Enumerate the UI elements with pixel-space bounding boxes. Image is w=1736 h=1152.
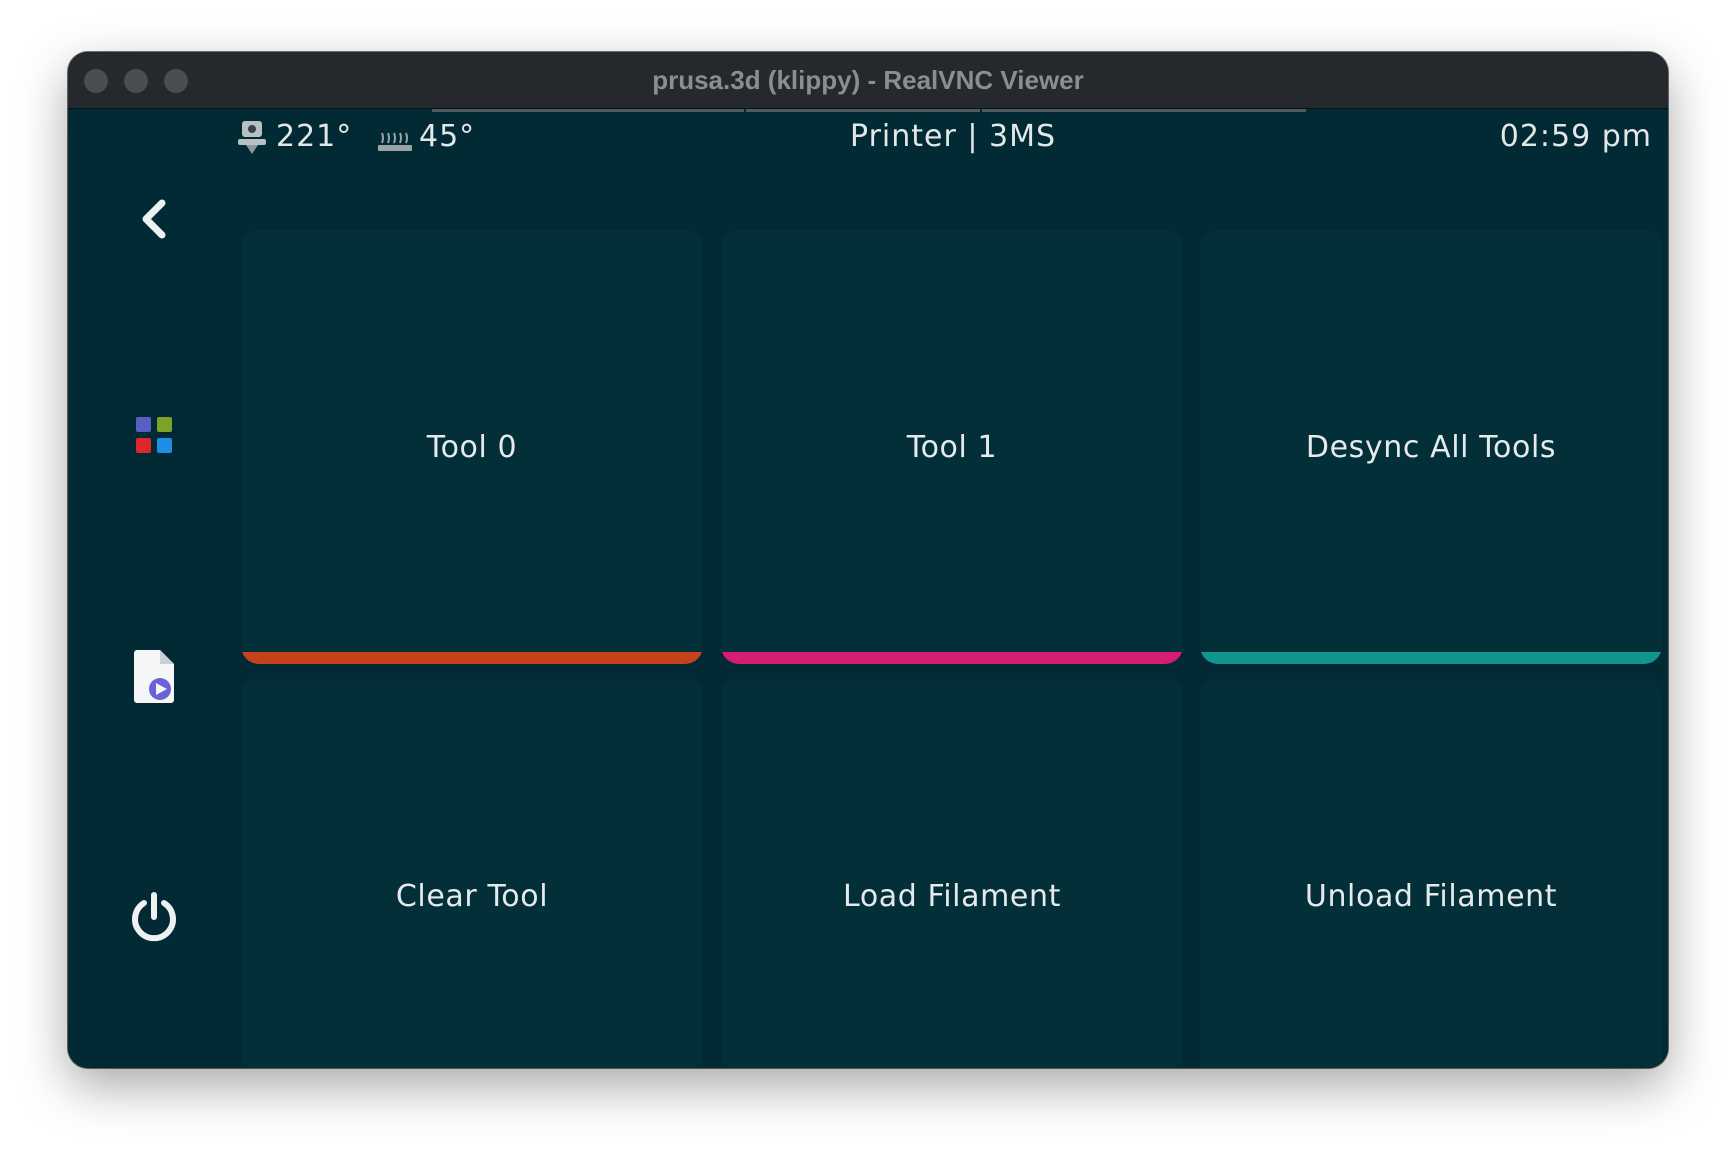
klipperscreen-display: 221° 45° Printer | 3MS 02:59 pm Tool 0 T… — [68, 109, 1668, 1068]
tile-accent-bar — [721, 652, 1183, 664]
tile-accent-bar — [1200, 652, 1662, 664]
tile-label: Tool 1 — [906, 429, 998, 465]
printer-name: Printer | 3MS — [850, 119, 1056, 154]
clear-tool-button[interactable]: Clear Tool — [241, 679, 703, 1068]
unload-filament-button[interactable]: Unload Filament — [1200, 679, 1662, 1068]
window-title: prusa.3d (klippy) - RealVNC Viewer — [652, 65, 1084, 95]
status-bar: 221° 45° Printer | 3MS 02:59 pm — [68, 109, 1668, 169]
clock: 02:59 pm — [1499, 119, 1652, 154]
back-arrow-icon — [142, 199, 166, 239]
tile-label: Clear Tool — [395, 878, 549, 914]
main-menu-grid-icon — [136, 417, 172, 453]
tile-label: Tool 0 — [426, 429, 518, 465]
tile-label: Unload Filament — [1304, 878, 1558, 914]
title-bar[interactable]: prusa.3d (klippy) - RealVNC Viewer — [68, 52, 1668, 109]
back-button[interactable] — [104, 169, 204, 269]
main-menu-button[interactable] — [104, 385, 204, 485]
load-filament-button[interactable]: Load Filament — [721, 679, 1183, 1068]
tool-0-button[interactable]: Tool 0 — [241, 230, 703, 664]
tool-1-button[interactable]: Tool 1 — [721, 230, 1183, 664]
tile-accent-bar — [241, 652, 703, 664]
power-icon — [132, 892, 176, 942]
desync-all-tools-button[interactable]: Desync All Tools — [1200, 230, 1662, 664]
tile-label: Load Filament — [843, 878, 1061, 914]
sidebar — [68, 169, 240, 1068]
print-files-button[interactable] — [104, 627, 204, 727]
vnc-viewer-window: prusa.3d (klippy) - RealVNC Viewer 221° … — [68, 52, 1668, 1068]
power-button[interactable] — [104, 867, 204, 967]
tile-label: Desync All Tools — [1305, 429, 1557, 465]
print-file-icon — [134, 650, 174, 703]
